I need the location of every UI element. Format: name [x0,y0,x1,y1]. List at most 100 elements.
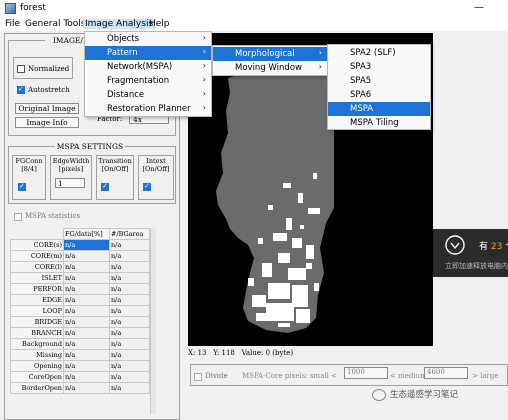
shield-icon [445,235,465,255]
menu-item-restoration-planner[interactable]: Restoration Planner › [85,102,211,116]
mspa-statistics-checkbox[interactable] [14,213,22,221]
menu-item-pattern[interactable]: Pattern › [85,46,211,60]
fg-cell[interactable]: n/a [63,294,110,306]
menu-item-mspa-tiling[interactable]: MSPA Tiling [328,116,430,130]
menu-general-tools[interactable]: General Tools [23,19,88,29]
original-image-button[interactable]: Original Image [15,103,79,114]
menu-item-moving-window[interactable]: Moving Window › [213,61,327,75]
fg-cell[interactable]: n/a [63,261,110,273]
fg-cell[interactable]: n/a [63,382,110,394]
fg-cell[interactable]: n/a [63,349,110,361]
small-threshold-select[interactable]: 1000 [344,367,388,379]
transition-checkbox[interactable] [101,182,109,191]
menu-item-fragmentation[interactable]: Fragmentation › [85,74,211,88]
bg-cell[interactable]: n/a [108,250,151,262]
bg-cell[interactable]: n/a [108,305,151,317]
normalized-box [13,57,73,79]
menu-item-objects[interactable]: Objects › [85,32,211,46]
table-row[interactable]: PERFOR n/a n/a [10,283,151,295]
menu-item-label: Restoration Planner [107,104,191,114]
bg-cell[interactable]: n/a [108,382,151,394]
fg-cell[interactable]: n/a [63,327,110,339]
fg-cell[interactable]: n/a [63,316,110,328]
table-row[interactable]: BorderOpen n/a n/a [10,382,151,394]
bg-cell[interactable]: n/a [108,327,151,339]
table-row[interactable]: BRIDGE n/a n/a [10,316,151,328]
table-row[interactable]: EDGE n/a n/a [10,294,151,306]
divide-checkbox[interactable] [194,373,202,381]
fg-cell[interactable]: n/a [63,371,110,383]
window-title: forest [20,3,46,13]
minimize-button[interactable]: — [472,2,486,13]
bg-cell[interactable]: n/a [108,360,151,372]
menu-help[interactable]: Help [147,19,172,29]
table-row[interactable]: Background n/a n/a [10,338,151,350]
table-header-row: FG/data[%] #/BGarea [10,228,151,240]
intext-label: Intext [On/Off] [142,157,170,173]
table-scrollbar[interactable] [150,228,156,414]
fg-cell[interactable]: n/a [63,360,110,372]
row-header: CORE(m) [10,250,64,262]
mspa-statistics-label: MSPA statistics [25,212,81,220]
menu-file[interactable]: File [3,19,22,29]
bg-cell[interactable]: n/a [108,261,151,273]
menu-item-morphological[interactable]: Morphological › [213,47,327,61]
menu-bar: File General Tools Image Analysis Help [0,18,508,31]
fgconn-checkbox[interactable] [18,182,26,191]
column-header[interactable]: FG/data[%] [63,228,110,240]
table-row[interactable]: ISLET n/a n/a [10,272,151,284]
menu-item-spa5[interactable]: SPA5 [328,74,430,88]
table-row[interactable]: CoreOpen n/a n/a [10,371,151,383]
menu-item-label: MSPA [350,104,374,114]
fg-cell[interactable]: n/a [63,283,110,295]
intext-checkbox[interactable] [143,182,151,191]
menu-item-mspa[interactable]: MSPA [328,102,430,116]
bg-cell[interactable]: n/a [108,283,151,295]
menu-item-spa2[interactable]: SPA2 (SLF) [328,46,430,60]
autostretch-checkbox[interactable] [17,85,25,94]
row-header: Opening [10,360,64,372]
edgewidth-select[interactable]: 1 [55,178,85,188]
table-row[interactable]: CORE(l) n/a n/a [10,261,151,273]
menu-item-distance[interactable]: Distance › [85,88,211,102]
menu-item-label: MSPA Tiling [350,118,399,128]
row-header: PERFOR [10,283,64,295]
pattern-submenu: Morphological › Moving Window › [212,45,328,76]
table-row[interactable]: Opening n/a n/a [10,360,151,372]
bg-cell[interactable]: n/a [108,338,151,350]
chevron-right-icon: › [202,103,206,112]
menu-item-spa6[interactable]: SPA6 [328,88,430,102]
bg-cell[interactable]: n/a [108,349,151,361]
chevron-right-icon: › [202,33,206,42]
bg-cell[interactable]: n/a [108,239,151,251]
status-value: Value: 0 (byte) [241,349,294,357]
chevron-right-icon: › [202,61,206,70]
mspa-settings-label: MSPA SETTINGS [55,142,125,151]
notification-popup[interactable]: 有 23 个 立即加速释放电脑内 [433,229,508,277]
column-header[interactable]: #/BGarea [108,228,151,240]
image-info-button[interactable]: Image Info [15,117,79,128]
table-row[interactable]: LOOP n/a n/a [10,305,151,317]
menu-item-spa3[interactable]: SPA3 [328,60,430,74]
bg-cell[interactable]: n/a [108,294,151,306]
medium-threshold-select[interactable]: 4600 [424,367,468,379]
menu-item-network-mspa[interactable]: Network(MSPA) › [85,60,211,74]
fg-cell[interactable]: n/a [63,250,110,262]
bg-cell[interactable]: n/a [108,316,151,328]
row-header: CoreOpen [10,371,64,383]
table-row[interactable]: CORE(s) n/a n/a [10,239,151,251]
menu-image-analysis[interactable]: Image Analysis [83,19,156,29]
fg-cell[interactable]: n/a [63,239,110,251]
fg-cell[interactable]: n/a [63,338,110,350]
table-row[interactable]: CORE(m) n/a n/a [10,250,151,262]
bg-cell[interactable]: n/a [108,272,151,284]
watermark-text: 生态遥感学习笔记 [390,390,459,400]
fg-cell[interactable]: n/a [63,305,110,317]
fgconn-label: FGConn [8/4] [15,157,43,173]
row-header: BRANCH [10,327,64,339]
fg-cell[interactable]: n/a [63,272,110,284]
table-row[interactable]: BRANCH n/a n/a [10,327,151,339]
table-row[interactable]: Missing n/a n/a [10,349,151,361]
menu-item-label: Pattern [107,48,138,58]
bg-cell[interactable]: n/a [108,371,151,383]
